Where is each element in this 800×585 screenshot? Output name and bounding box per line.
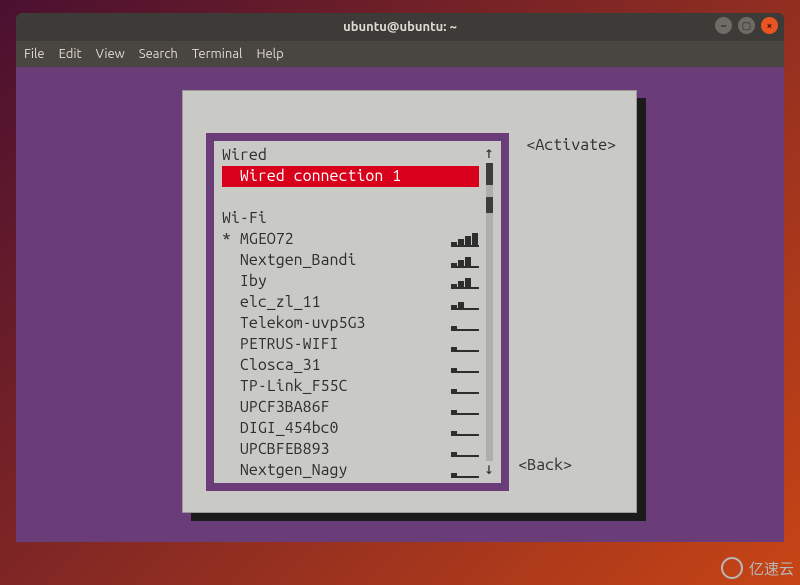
signal-icon xyxy=(451,233,479,247)
wired-item[interactable]: Wired connection 1 xyxy=(222,166,479,187)
titlebar[interactable]: ubuntu@ubuntu: ~ – ▢ × xyxy=(16,13,784,41)
close-button[interactable]: × xyxy=(761,17,778,34)
watermark: 亿速云 xyxy=(721,557,794,579)
globe-icon xyxy=(721,557,743,579)
signal-icon xyxy=(451,422,479,436)
wifi-item[interactable]: * MGEO72 xyxy=(222,229,479,250)
signal-icon xyxy=(451,338,479,352)
watermark-text: 亿速云 xyxy=(749,558,794,579)
scroll-thumb[interactable] xyxy=(486,197,493,213)
section-wired: Wired xyxy=(222,145,479,166)
wifi-item[interactable]: Iby xyxy=(222,271,479,292)
wifi-item[interactable]: Telekom-uvp5G3 xyxy=(222,313,479,334)
wifi-item[interactable]: Nextgen_Bandi xyxy=(222,250,479,271)
signal-icon xyxy=(451,380,479,394)
terminal-body[interactable]: <Activate> <Back> Wired Wired connection… xyxy=(16,67,784,542)
scroll-thumb[interactable] xyxy=(486,163,493,185)
signal-icon xyxy=(451,296,479,310)
signal-icon xyxy=(451,359,479,373)
scroll-track[interactable] xyxy=(486,163,493,461)
nmtui-dialog: <Activate> <Back> Wired Wired connection… xyxy=(182,90,637,513)
connection-list-box: Wired Wired connection 1 Wi-Fi * MGEO72 xyxy=(206,133,509,491)
signal-icon xyxy=(451,275,479,289)
wifi-item[interactable]: Closca_31 xyxy=(222,355,479,376)
menu-view[interactable]: View xyxy=(96,47,125,61)
terminal-window: ubuntu@ubuntu: ~ – ▢ × File Edit View Se… xyxy=(16,13,784,542)
menu-edit[interactable]: Edit xyxy=(59,47,82,61)
activate-button[interactable]: <Activate> xyxy=(526,136,616,154)
scroll-down-icon[interactable]: ↓ xyxy=(484,461,494,479)
back-button[interactable]: <Back> xyxy=(518,456,572,474)
signal-icon xyxy=(451,254,479,268)
scrollbar[interactable]: ↑ ↓ xyxy=(481,145,497,479)
maximize-button[interactable]: ▢ xyxy=(738,17,755,34)
signal-icon xyxy=(451,401,479,415)
signal-icon xyxy=(451,317,479,331)
menu-search[interactable]: Search xyxy=(139,47,178,61)
minimize-button[interactable]: – xyxy=(715,17,732,34)
wifi-item[interactable]: UPCBFEB893 xyxy=(222,439,479,460)
wifi-item[interactable]: PETRUS-WIFI xyxy=(222,334,479,355)
signal-icon xyxy=(451,464,479,478)
wifi-item[interactable]: elc_zl_11 xyxy=(222,292,479,313)
signal-icon xyxy=(451,443,479,457)
menu-file[interactable]: File xyxy=(24,47,45,61)
menu-terminal[interactable]: Terminal xyxy=(192,47,243,61)
wifi-item[interactable]: UPCF3BA86F xyxy=(222,397,479,418)
wifi-item[interactable]: TP-Link_F55C xyxy=(222,376,479,397)
section-wifi: Wi-Fi xyxy=(222,208,479,229)
connection-list[interactable]: Wired Wired connection 1 Wi-Fi * MGEO72 xyxy=(222,145,479,479)
wifi-item[interactable]: Nextgen_Nagy xyxy=(222,460,479,481)
window-buttons: – ▢ × xyxy=(715,17,778,34)
blank-row xyxy=(222,187,479,208)
window-title: ubuntu@ubuntu: ~ xyxy=(343,20,457,34)
scroll-up-icon[interactable]: ↑ xyxy=(484,145,494,163)
menu-help[interactable]: Help xyxy=(256,47,283,61)
side-buttons: <Activate> <Back> xyxy=(526,136,616,154)
wifi-item[interactable]: DIGI_454bc0 xyxy=(222,418,479,439)
menubar: File Edit View Search Terminal Help xyxy=(16,41,784,67)
